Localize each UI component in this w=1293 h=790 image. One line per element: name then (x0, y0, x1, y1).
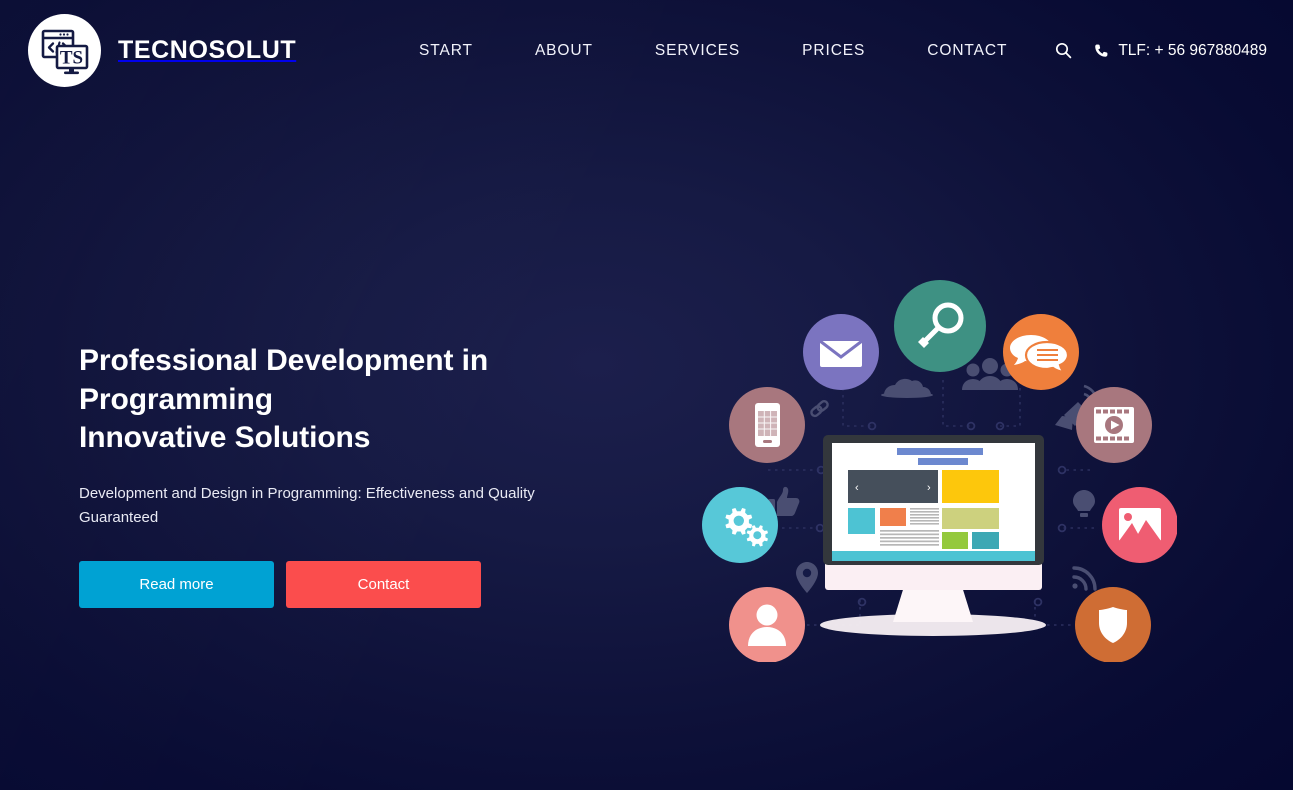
nav-item-services[interactable]: SERVICES (624, 42, 771, 60)
bulb-ghost-icon (1073, 490, 1095, 517)
phone-link[interactable]: TLF: + 56 967880489 (1094, 42, 1267, 60)
chat-bubble-icon[interactable] (1003, 314, 1079, 390)
web-development-network-illustration: ‹ › (690, 280, 1177, 662)
carousel-arrow-left-label: ‹ (855, 482, 859, 494)
hero-title-line-1: Professional Development in (79, 344, 489, 377)
code-monitor-logo-icon: TS (41, 29, 88, 74)
hero-action-buttons: Read more Contact (79, 560, 639, 608)
search-icon (1055, 42, 1072, 59)
brand-name: TECNOSOLUT (118, 36, 297, 64)
illustration-svg: ‹ › (702, 280, 1177, 662)
phone-label: TLF: + 56 967880489 (1118, 41, 1267, 59)
settings-bubble-icon[interactable] (702, 487, 778, 563)
pin-ghost-icon (796, 562, 818, 593)
mobile-bubble-icon[interactable] (729, 387, 805, 463)
rss-ghost-icon (1072, 566, 1097, 591)
search-button[interactable] (1048, 36, 1078, 66)
brand-logo-badge: TS (28, 14, 101, 87)
phone-icon (1094, 43, 1109, 58)
nav-item-about[interactable]: ABOUT (504, 42, 624, 60)
svg-text:TS: TS (59, 47, 82, 68)
brand-logo-link[interactable]: TS TECNOSOLUT (28, 14, 296, 87)
nav-item-contact[interactable]: CONTACT (896, 42, 1038, 60)
gallery-bubble-icon[interactable] (1102, 487, 1177, 563)
hero-title-line-2: Programming (79, 382, 273, 416)
main-navigation: START ABOUT SERVICES PRICES CONTACT (388, 42, 1038, 60)
video-bubble-icon[interactable] (1076, 387, 1152, 463)
hero-title-line-3: Innovative Solutions (79, 421, 371, 454)
security-bubble-icon[interactable] (1075, 587, 1151, 662)
carousel-arrow-right-label: › (927, 482, 931, 494)
user-bubble-icon[interactable] (729, 587, 805, 662)
cloud-ghost-icon (881, 378, 933, 398)
link-ghost-icon (810, 400, 829, 418)
hero-title: Professional Development in Programming … (79, 342, 639, 458)
site-header: TS TECNOSOLUT START ABOUT SERVICES PRICE… (0, 0, 1293, 101)
hero-subtitle: Development and Design in Programming: E… (79, 484, 535, 526)
nav-item-start[interactable]: START (388, 42, 504, 60)
hero-copy: Professional Development in Programming … (79, 342, 639, 608)
read-more-button[interactable]: Read more (79, 560, 274, 608)
header-tools: TLF: + 56 967880489 (1048, 36, 1267, 66)
email-bubble-icon[interactable] (803, 314, 879, 390)
contact-button[interactable]: Contact (286, 560, 481, 608)
search-bubble-icon[interactable] (894, 280, 986, 372)
nav-item-prices[interactable]: PRICES (771, 42, 896, 60)
desktop-monitor: ‹ › (820, 435, 1046, 636)
